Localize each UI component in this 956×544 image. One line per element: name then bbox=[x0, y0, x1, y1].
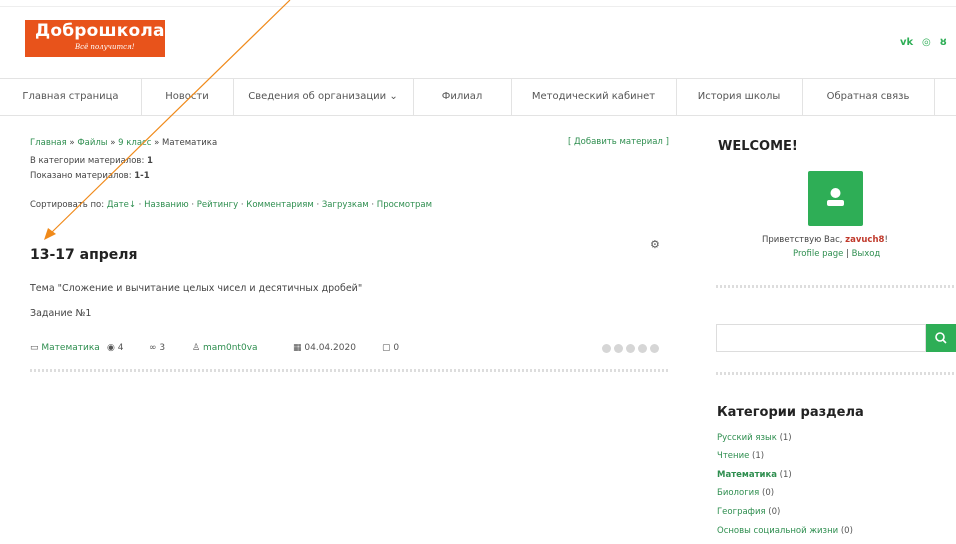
entry-title[interactable]: 13-17 апреля bbox=[30, 247, 138, 263]
sort-by-views[interactable]: Просмотрам bbox=[377, 200, 432, 210]
entry-date: ▦ 04.04.2020 bbox=[293, 343, 356, 353]
search-input[interactable] bbox=[716, 324, 926, 352]
entry-comments[interactable]: ▢ 0 bbox=[382, 343, 399, 353]
category-item[interactable]: Русский язык (1) bbox=[717, 433, 792, 443]
user-icon: ♙ bbox=[192, 343, 201, 353]
nav-item-methodical[interactable]: Методический кабинет bbox=[511, 79, 677, 115]
entry-divider bbox=[30, 369, 670, 372]
eye-icon: ◉ bbox=[107, 343, 115, 353]
category-item[interactable]: Чтение (1) bbox=[717, 451, 764, 461]
search-button[interactable] bbox=[926, 324, 956, 352]
rating-star-icon bbox=[650, 344, 659, 353]
vk-icon[interactable]: vk bbox=[900, 37, 913, 48]
folder-icon: ▭ bbox=[30, 343, 39, 353]
sidebar-divider bbox=[716, 285, 956, 288]
rating-stars[interactable] bbox=[602, 338, 662, 357]
nav-item-home[interactable]: Главная страница bbox=[0, 79, 142, 115]
entry-downloads: ∞ 3 bbox=[149, 343, 166, 353]
sidebar-divider bbox=[716, 372, 956, 375]
instagram-icon[interactable]: ◎ bbox=[922, 37, 931, 48]
categories-heading: Категории раздела bbox=[717, 405, 864, 420]
sort-by-rating[interactable]: Рейтингу bbox=[197, 200, 238, 210]
avatar[interactable] bbox=[808, 171, 863, 226]
breadcrumb: Главная » Файлы » 9 класс » Математика bbox=[30, 138, 218, 148]
link-icon: ∞ bbox=[149, 343, 157, 353]
search-icon bbox=[935, 332, 947, 344]
rating-star-icon bbox=[626, 344, 635, 353]
breadcrumb-grade[interactable]: 9 класс bbox=[118, 138, 151, 148]
nav-item-news[interactable]: Новости bbox=[141, 79, 234, 115]
entry-author[interactable]: ♙ mam0nt0va bbox=[192, 343, 258, 353]
rating-star-icon bbox=[638, 344, 647, 353]
breadcrumb-files[interactable]: Файлы bbox=[77, 138, 107, 148]
sort-by-date[interactable]: Дате↓ bbox=[107, 200, 136, 210]
top-divider bbox=[0, 6, 956, 7]
category-item[interactable]: География (0) bbox=[717, 507, 780, 517]
sort-options: Сортировать по: Дате↓ · Названию · Рейти… bbox=[30, 200, 433, 210]
sort-by-comments[interactable]: Комментариям bbox=[246, 200, 313, 210]
profile-page-link[interactable]: Profile page bbox=[793, 249, 843, 259]
sort-by-downloads[interactable]: Загрузкам bbox=[322, 200, 369, 210]
welcome-heading: WELCOME! bbox=[718, 139, 798, 154]
shown-count: Показано материалов: 1-1 bbox=[30, 171, 150, 181]
entry-topic: Тема "Сложение и вычитание целых чисел и… bbox=[30, 283, 363, 294]
chevron-down-icon: ⌄ bbox=[389, 91, 398, 102]
rating-star-icon bbox=[614, 344, 623, 353]
breadcrumb-current: Математика bbox=[161, 138, 218, 148]
entry-views: ◉ 4 bbox=[107, 343, 124, 353]
main-navigation: Главная страница Новости Сведения об орг… bbox=[0, 78, 956, 116]
category-item[interactable]: Биология (0) bbox=[717, 488, 774, 498]
add-material-link[interactable]: [ Добавить материал ] bbox=[568, 137, 669, 147]
profile-links: Profile page | Выход bbox=[793, 249, 881, 259]
category-item[interactable]: Основы социальной жизни (0) bbox=[717, 526, 853, 536]
odnoklassniki-icon[interactable]: ȣ bbox=[940, 37, 947, 48]
rating-star-icon bbox=[602, 344, 611, 353]
nav-item-branch[interactable]: Филиал bbox=[413, 79, 512, 115]
comment-icon: ▢ bbox=[382, 343, 391, 353]
nav-item-feedback[interactable]: Обратная связь bbox=[802, 79, 935, 115]
site-logo[interactable]: Доброшкола Всё получится! bbox=[25, 20, 165, 57]
sort-by-name[interactable]: Названию bbox=[144, 200, 189, 210]
logo-title: Доброшкола bbox=[35, 21, 165, 41]
category-count: В категории материалов: 1 bbox=[30, 156, 153, 166]
logout-link[interactable]: Выход bbox=[852, 249, 881, 259]
calendar-icon: ▦ bbox=[293, 343, 302, 353]
nav-item-about[interactable]: Сведения об организации ⌄ bbox=[233, 79, 414, 115]
breadcrumb-home[interactable]: Главная bbox=[30, 138, 67, 148]
entry-task: Задание №1 bbox=[30, 308, 92, 319]
category-item-active[interactable]: Математика (1) bbox=[717, 470, 792, 480]
user-avatar-icon bbox=[827, 188, 844, 206]
greeting: Приветствую Вас, zavuch8! bbox=[762, 235, 888, 245]
entry-category[interactable]: ▭ Математика bbox=[30, 343, 100, 353]
gear-icon[interactable]: ⚙ bbox=[650, 238, 660, 251]
nav-item-history[interactable]: История школы bbox=[676, 79, 803, 115]
logo-tagline: Всё получится! bbox=[75, 43, 135, 51]
sort-label: Сортировать по: bbox=[30, 200, 105, 210]
